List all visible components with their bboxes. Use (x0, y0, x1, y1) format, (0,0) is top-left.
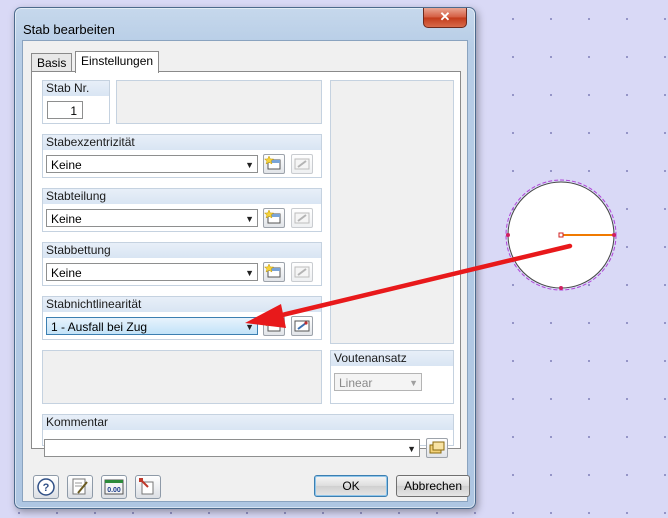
model-canvas-overlay (245, 179, 617, 328)
tab-einstellungen[interactable]: Einstellungen (75, 51, 160, 73)
annotation-arrow (245, 243, 573, 328)
section-point-left (506, 233, 510, 237)
section-point-right (612, 233, 616, 237)
section-point-bottom (559, 286, 563, 290)
member-start-node (558, 232, 564, 238)
